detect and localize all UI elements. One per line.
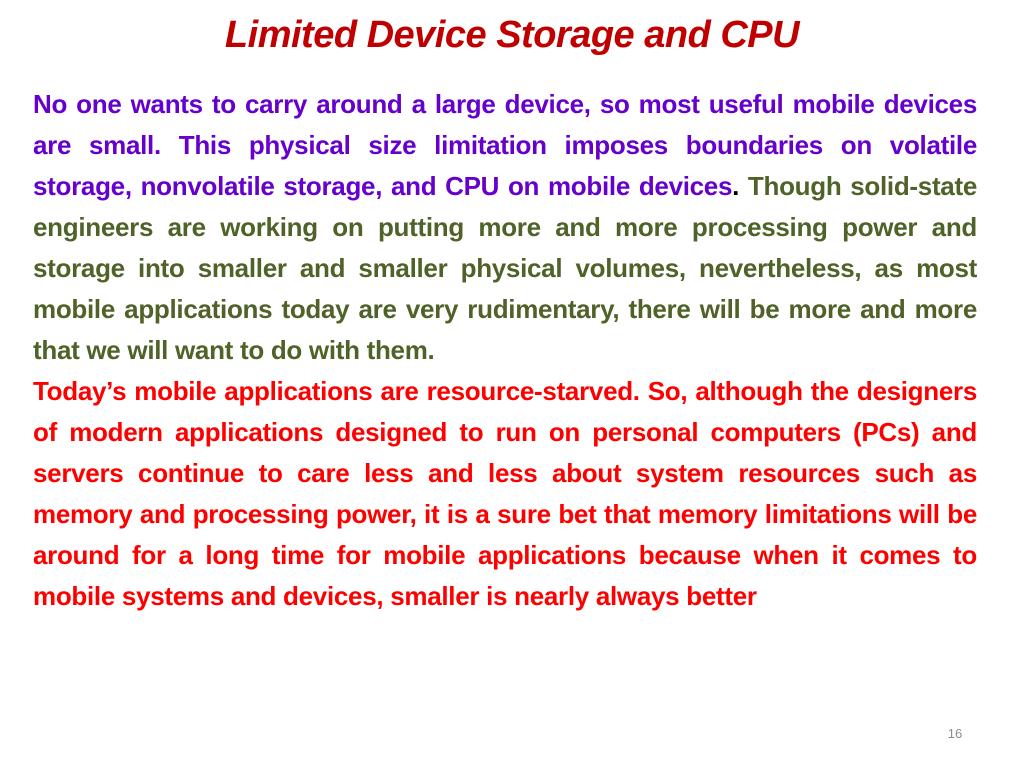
page-number: 16 <box>947 726 963 741</box>
paragraph-device-limits: No one wants to carry around a large dev… <box>33 84 977 371</box>
paragraph-resource-starved: Today’s mobile applications are resource… <box>33 376 977 611</box>
slide-title: Limited Device Storage and CPU <box>224 14 800 56</box>
slide-body: No one wants to carry around a large dev… <box>33 84 977 617</box>
